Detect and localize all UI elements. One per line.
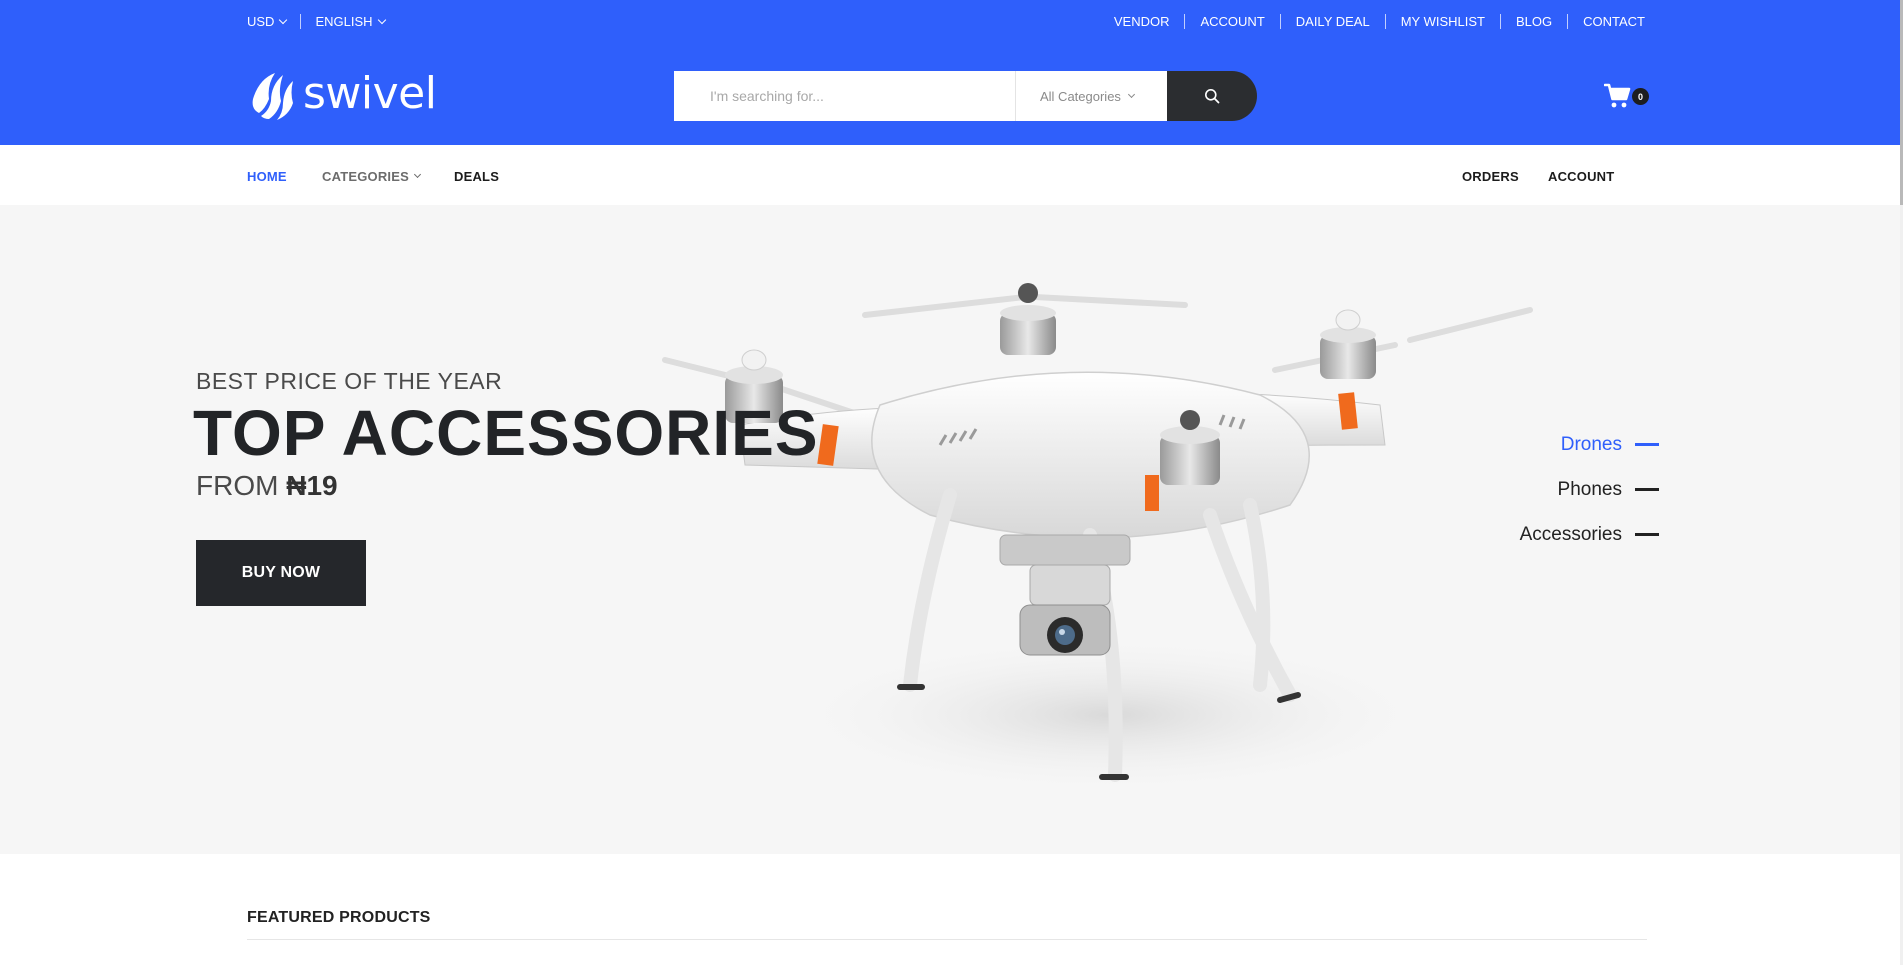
hero-slider: BEST PRICE OF THE YEAR TOP ACCESSORIES F…	[0, 205, 1900, 854]
divider	[1184, 14, 1186, 29]
divider	[1384, 14, 1386, 29]
slide-tab-label: Accessories	[1519, 523, 1622, 545]
main-nav: HOME CATEGORIES DEALS ORDERS ACCOUNT	[0, 145, 1900, 205]
cart-icon	[1603, 83, 1631, 108]
chevron-down-icon	[279, 15, 288, 24]
category-select[interactable]: All Categories	[1015, 71, 1167, 121]
divider	[1279, 14, 1281, 29]
currency-selector[interactable]: USD	[247, 14, 288, 29]
brand-logo[interactable]: swivel	[247, 67, 437, 124]
slide-indicator	[1635, 488, 1659, 491]
slide-tab-drones[interactable]: Drones	[1520, 422, 1659, 467]
top-bar-links: VENDOR ACCOUNT DAILY DEAL MY WISHLIST BL…	[1114, 14, 1645, 29]
search-button[interactable]	[1167, 71, 1257, 121]
nav-categories[interactable]: CATEGORIES	[322, 169, 422, 184]
top-bar-selectors: USD ENGLISH	[247, 14, 386, 29]
slide-tab-accessories[interactable]: Accessories	[1520, 512, 1659, 557]
top-link-wishlist[interactable]: MY WISHLIST	[1401, 14, 1485, 29]
divider	[1567, 14, 1569, 29]
top-link-blog[interactable]: BLOG	[1516, 14, 1552, 29]
buy-now-button[interactable]: BUY NOW	[196, 540, 366, 606]
drone-image	[662, 283, 1533, 795]
site-header: USD ENGLISH VENDOR ACCOUNT DAILY DEAL MY…	[0, 0, 1900, 145]
top-link-vendor[interactable]: VENDOR	[1114, 14, 1170, 29]
slide-tab-label: Phones	[1557, 478, 1622, 500]
nav-orders[interactable]: ORDERS	[1462, 169, 1519, 184]
logo-mark-icon	[252, 73, 293, 120]
search-bar: All Categories	[674, 71, 1257, 121]
nav-account[interactable]: ACCOUNT	[1548, 169, 1614, 184]
slide-tab-phones[interactable]: Phones	[1520, 467, 1659, 512]
hero-from-label: FROM	[196, 470, 287, 501]
hero-kicker: BEST PRICE OF THE YEAR	[196, 368, 503, 394]
cart-count-badge: 0	[1632, 88, 1649, 105]
divider	[300, 14, 302, 29]
slide-nav: Drones Phones Accessories	[1520, 422, 1659, 557]
nav-categories-label: CATEGORIES	[322, 169, 409, 184]
search-icon	[1205, 89, 1220, 104]
top-link-contact[interactable]: CONTACT	[1583, 14, 1645, 29]
slide-indicator	[1635, 443, 1659, 446]
cart-button[interactable]: 0	[1603, 83, 1650, 111]
search-input[interactable]	[674, 71, 1015, 121]
nav-home[interactable]: HOME	[247, 169, 287, 184]
language-label: ENGLISH	[315, 14, 373, 29]
featured-products-heading: FEATURED PRODUCTS	[247, 909, 431, 926]
nav-deals[interactable]: DEALS	[454, 169, 499, 184]
hero-price-line: FROM ₦19	[196, 470, 338, 502]
top-link-account[interactable]: ACCOUNT	[1200, 14, 1264, 29]
hero-price: ₦19	[286, 470, 338, 501]
chevron-down-icon	[1127, 90, 1135, 98]
top-link-daily-deal[interactable]: DAILY DEAL	[1296, 14, 1370, 29]
hero-title: TOP ACCESSORIES	[193, 397, 819, 469]
slide-tab-label: Drones	[1560, 433, 1622, 455]
brand-name: swivel	[303, 67, 437, 119]
divider	[247, 939, 1647, 940]
chevron-down-icon	[377, 15, 386, 24]
chevron-down-icon	[413, 170, 422, 179]
currency-label: USD	[247, 14, 275, 29]
divider	[1500, 14, 1501, 29]
category-select-value: All Categories	[1040, 88, 1121, 104]
top-bar: USD ENGLISH VENDOR ACCOUNT DAILY DEAL MY…	[0, 0, 1900, 44]
featured-products-section: FEATURED PRODUCTS	[247, 909, 1647, 940]
slide-indicator	[1635, 533, 1659, 536]
language-selector[interactable]: ENGLISH	[315, 14, 386, 29]
